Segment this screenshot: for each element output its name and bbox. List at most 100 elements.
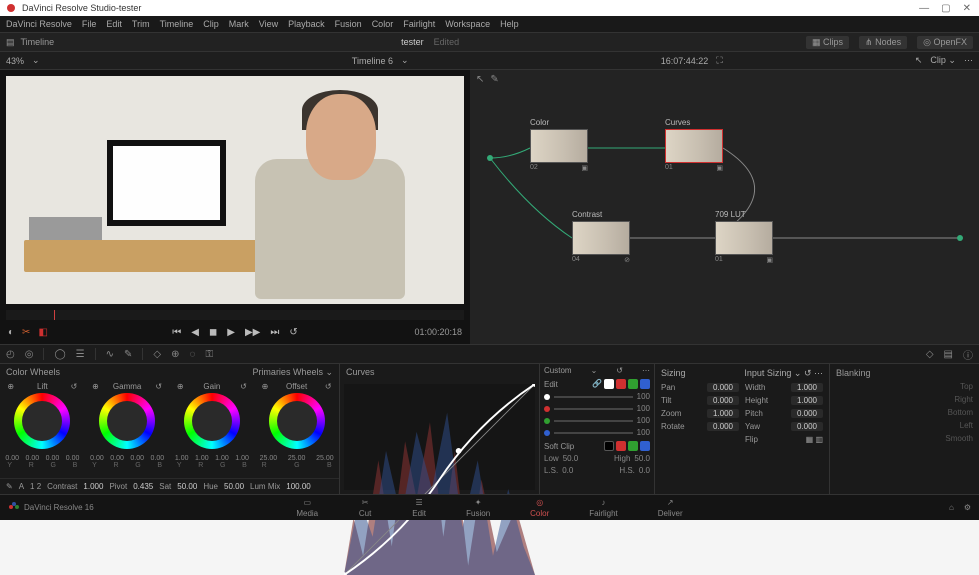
page-nav: DaVinci Resolve 16 ▭Media ✂Cut ☰Edit ✦Fu… bbox=[0, 494, 979, 520]
scrubber[interactable] bbox=[6, 310, 464, 320]
clip-dropdown[interactable]: Clip ⌄ bbox=[930, 55, 956, 66]
tracker-icon[interactable]: ⊕ bbox=[171, 349, 179, 360]
chevron-down-icon[interactable]: ⌄ bbox=[591, 366, 598, 375]
transport: ◐ ✂ ◧ ⏮ ◀ ◼ ▶ ▶▶ ⏭ ↺ 01:00:20:18 bbox=[0, 320, 470, 344]
offset-wheel[interactable]: ⊕Offset↺ 25.0025.0025.00 RGB bbox=[258, 382, 336, 469]
settings-icon[interactable]: ⚙ bbox=[964, 503, 971, 512]
menu-item[interactable]: Fusion bbox=[335, 19, 362, 29]
green-chip[interactable] bbox=[628, 379, 638, 389]
step-back-button[interactable]: ◀ bbox=[191, 327, 199, 338]
gamma-wheel[interactable]: ⊕Gamma↺ 0.000.000.000.00 YRGB bbox=[88, 382, 166, 469]
primaries-mode[interactable]: Primaries Wheels ⌄ bbox=[252, 367, 333, 378]
play-button[interactable]: ▶ bbox=[227, 327, 235, 338]
app-icon bbox=[4, 1, 18, 15]
menu-item[interactable]: DaVinci Resolve bbox=[6, 19, 72, 29]
curves-icon[interactable]: ∿ bbox=[106, 349, 114, 360]
menu-item[interactable]: Timeline bbox=[160, 19, 194, 29]
wipe-icon[interactable]: ◧ bbox=[38, 327, 47, 338]
color-match-icon[interactable]: ◎ bbox=[25, 349, 34, 360]
color-wheels-title: Color Wheels bbox=[6, 367, 60, 377]
soft-green-chip[interactable] bbox=[628, 441, 638, 451]
pointer-icon[interactable]: ↖ bbox=[476, 74, 484, 85]
home-icon[interactable]: ⌂ bbox=[949, 503, 954, 512]
page-media[interactable]: ▭Media bbox=[296, 498, 318, 518]
menu-item[interactable]: Color bbox=[372, 19, 394, 29]
page-deliver[interactable]: ↗Deliver bbox=[658, 498, 683, 518]
clips-button[interactable]: ▦ Clips bbox=[806, 36, 849, 49]
page-indicator[interactable]: 1 2 bbox=[30, 482, 41, 491]
expand-icon[interactable]: ⛶ bbox=[716, 55, 722, 66]
split-icon[interactable]: ✂ bbox=[22, 327, 30, 338]
page-edit[interactable]: ☰Edit bbox=[412, 498, 426, 518]
stop-button[interactable]: ◼ bbox=[209, 327, 217, 338]
gain-wheel[interactable]: ⊕Gain↺ 1.001.001.001.00 YRGB bbox=[173, 382, 251, 469]
menu-item[interactable]: Playback bbox=[288, 19, 325, 29]
lift-wheel[interactable]: ⊕Lift↺ 0.000.000.000.00 YRGB bbox=[3, 382, 81, 469]
node-contrast[interactable]: Contrast 04⊘ bbox=[572, 210, 630, 264]
dots-icon[interactable]: ⋯ bbox=[964, 55, 973, 66]
soft-blue-chip[interactable] bbox=[640, 441, 650, 451]
reset-icon[interactable]: ↺ bbox=[616, 366, 623, 375]
step-fwd-button[interactable]: ▶▶ bbox=[245, 327, 260, 338]
info-icon[interactable]: ⓘ bbox=[963, 347, 973, 362]
key-icon[interactable]: ⚿ bbox=[205, 349, 213, 360]
menu-item[interactable]: Fairlight bbox=[403, 19, 435, 29]
minimize-button[interactable]: — bbox=[919, 3, 929, 14]
menu-item[interactable]: File bbox=[82, 19, 97, 29]
blue-chip[interactable] bbox=[640, 379, 650, 389]
link-icon[interactable]: 🔗 bbox=[592, 379, 602, 389]
rgb-mixer-icon[interactable]: ☰ bbox=[76, 349, 85, 360]
chevron-down-icon[interactable]: ⌄ bbox=[32, 55, 40, 66]
soft-red-chip[interactable] bbox=[616, 441, 626, 451]
node-709lut[interactable]: 709 LUT 01▣ bbox=[715, 210, 773, 264]
viewer-panel: ◐ ✂ ◧ ⏮ ◀ ◼ ▶ ▶▶ ⏭ ↺ 01:00:20:18 bbox=[0, 70, 470, 344]
project-name: tester bbox=[401, 37, 424, 47]
nodes-button[interactable]: ⋔ Nodes bbox=[859, 36, 907, 49]
menu-item[interactable]: Help bbox=[500, 19, 519, 29]
qualifier-icon[interactable]: ✎ bbox=[124, 349, 132, 360]
curve-editor[interactable] bbox=[344, 384, 535, 490]
node-graph[interactable]: ↖ ✎ Color 02▣ Curves 01▣ bbox=[470, 70, 979, 344]
bypass-icon[interactable]: ◐ bbox=[8, 327, 14, 338]
loop-button[interactable]: ↺ bbox=[289, 327, 297, 338]
custom-panel: Custom ⌄ ↺ ⋯ Edit 🔗 100 100 100 100 bbox=[540, 364, 655, 494]
menu-item[interactable]: Edit bbox=[106, 19, 122, 29]
openfx-button[interactable]: ◎ OpenFX bbox=[917, 36, 973, 49]
page-cut[interactable]: ✂Cut bbox=[358, 498, 372, 518]
camera-raw-icon[interactable]: ◴ bbox=[6, 349, 15, 360]
blur-icon[interactable]: ◌ bbox=[190, 349, 196, 360]
arrow-tool-icon[interactable]: ↖ bbox=[915, 55, 923, 66]
wheels-icon[interactable]: ◯ bbox=[54, 349, 65, 360]
timeline-name[interactable]: Timeline 6 bbox=[352, 56, 393, 66]
dropper-icon[interactable]: ✎ bbox=[490, 74, 498, 85]
scopes-icon[interactable]: ▤ bbox=[944, 349, 953, 360]
menu-item[interactable]: View bbox=[259, 19, 278, 29]
window-icon[interactable]: ◇ bbox=[153, 349, 161, 360]
menu-item[interactable]: Mark bbox=[229, 19, 249, 29]
dots-icon[interactable]: ⋯ bbox=[642, 366, 650, 375]
keyframes-icon[interactable]: ◇ bbox=[926, 349, 934, 360]
next-clip-button[interactable]: ⏭ bbox=[270, 327, 279, 338]
menu-item[interactable]: Trim bbox=[132, 19, 150, 29]
zoom-level[interactable]: 43% bbox=[6, 56, 24, 66]
curves-panel: Curves bbox=[340, 364, 540, 494]
menu-item[interactable]: Workspace bbox=[445, 19, 490, 29]
picker-icon[interactable]: A bbox=[19, 482, 24, 491]
page-fairlight[interactable]: ♪Fairlight bbox=[589, 498, 617, 518]
red-chip[interactable] bbox=[616, 379, 626, 389]
timeline-label[interactable]: Timeline bbox=[21, 37, 55, 47]
node-curves[interactable]: Curves 01▣ bbox=[665, 118, 723, 172]
soft-all-chip[interactable] bbox=[604, 441, 614, 451]
close-button[interactable]: ✕ bbox=[963, 3, 971, 14]
chevron-down-icon[interactable]: ⌄ bbox=[401, 55, 409, 66]
preview[interactable] bbox=[6, 76, 464, 304]
menu-item[interactable]: Clip bbox=[203, 19, 219, 29]
node-color[interactable]: Color 02▣ bbox=[530, 118, 588, 172]
flip-h-icon[interactable]: ▦ ▥ bbox=[806, 435, 823, 444]
auto-balance-icon[interactable]: ✎ bbox=[6, 482, 13, 491]
prev-clip-button[interactable]: ⏮ bbox=[172, 327, 181, 338]
page-color[interactable]: ◎Color bbox=[530, 498, 549, 518]
lum-chip[interactable] bbox=[604, 379, 614, 389]
maximize-button[interactable]: ▢ bbox=[941, 3, 950, 14]
page-fusion[interactable]: ✦Fusion bbox=[466, 498, 490, 518]
